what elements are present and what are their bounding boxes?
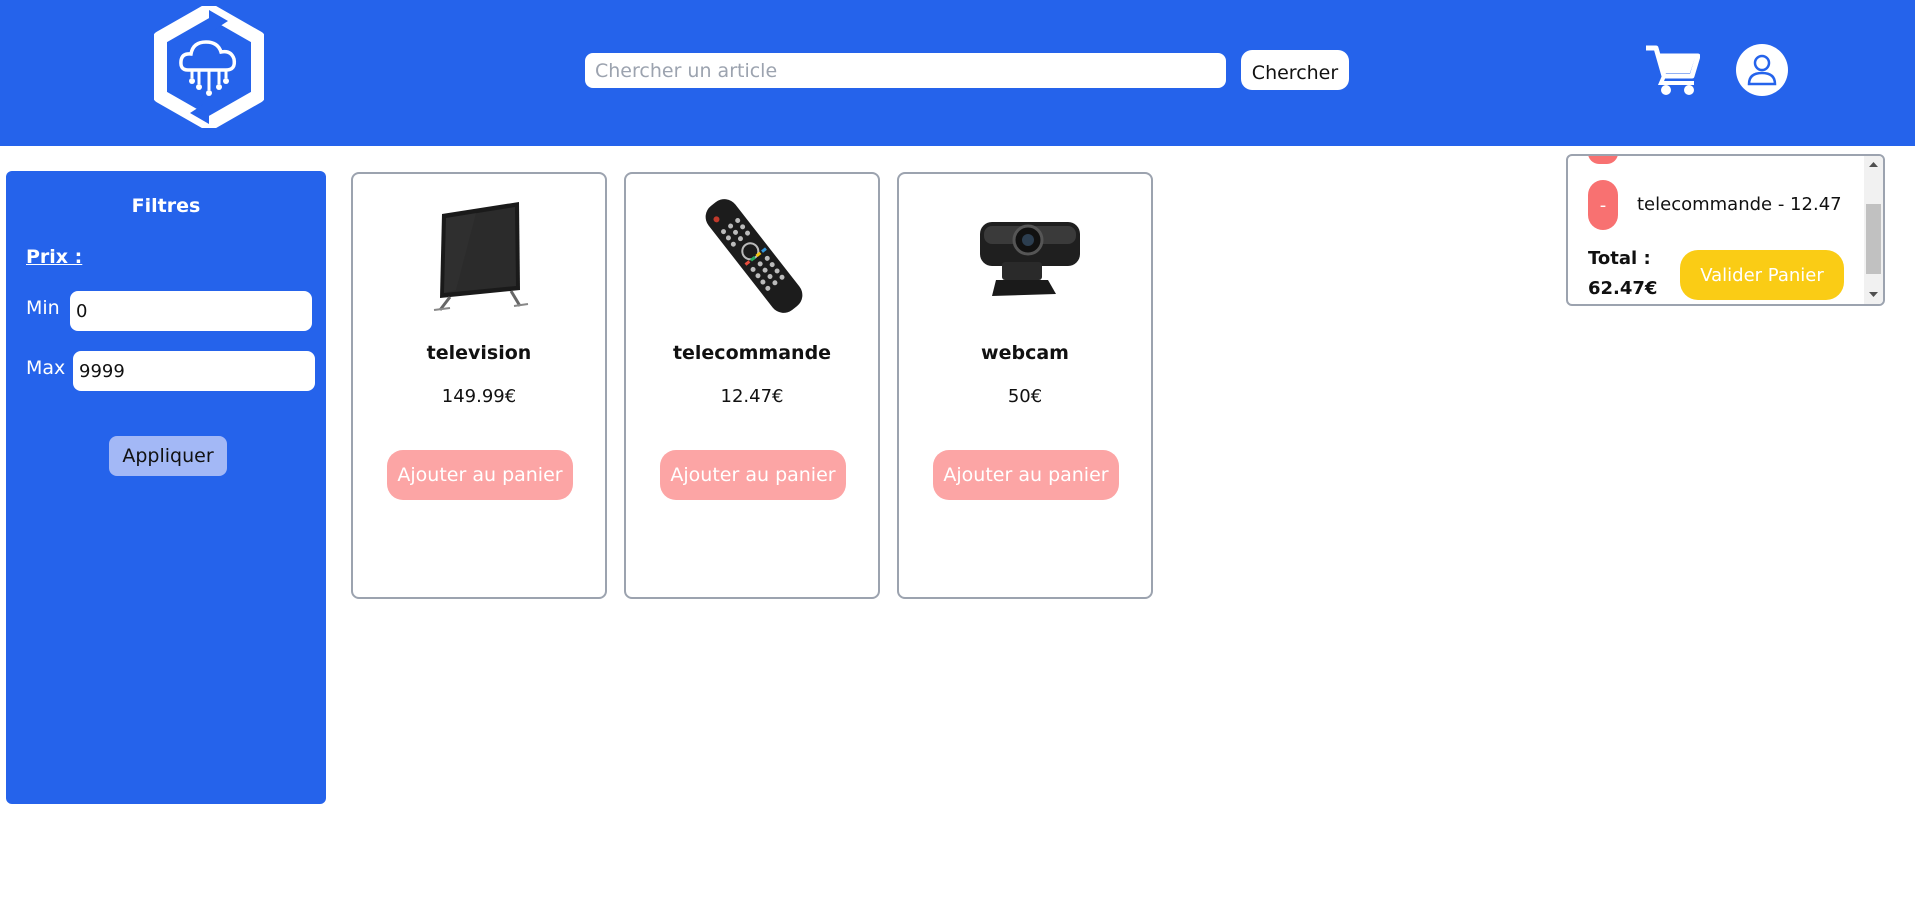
add-to-cart-button[interactable]: Ajouter au panier	[933, 450, 1119, 500]
validate-cart-button[interactable]: Valider Panier	[1680, 250, 1844, 300]
scroll-down-icon[interactable]	[1864, 286, 1883, 303]
user-icon[interactable]	[1736, 44, 1788, 96]
shopping-cart-icon[interactable]	[1644, 42, 1700, 96]
add-to-cart-button[interactable]: Ajouter au panier	[387, 450, 573, 500]
cart-scrollbar[interactable]	[1864, 156, 1883, 304]
product-card: telecommande 12.47€ Ajouter au panier	[624, 172, 880, 599]
scroll-up-icon[interactable]	[1864, 156, 1883, 173]
product-card: webcam 50€ Ajouter au panier	[897, 172, 1153, 599]
cloud-hexagon-logo[interactable]	[154, 6, 264, 128]
product-price: 149.99€	[441, 386, 517, 407]
price-label: Prix :	[26, 246, 83, 268]
filters-title: Filtres	[131, 195, 201, 217]
max-label: Max	[26, 357, 66, 379]
remote-control-image	[705, 199, 803, 313]
filters-panel: Filtres Prix : Min Max Appliquer	[6, 171, 326, 804]
television-image	[433, 202, 529, 311]
remove-item-button[interactable]: -	[1588, 180, 1618, 230]
min-label: Min	[26, 297, 60, 319]
product-name: webcam	[981, 342, 1069, 364]
total-label: Total :	[1588, 248, 1651, 269]
min-price-input[interactable]	[70, 291, 312, 331]
search-input[interactable]	[585, 53, 1226, 88]
apply-filters-button[interactable]: Appliquer	[109, 436, 227, 476]
scroll-thumb[interactable]	[1866, 204, 1881, 274]
total-value: 62.47€	[1588, 278, 1658, 299]
cart-item: telecommande - 12.47	[1637, 194, 1842, 215]
max-price-input[interactable]	[73, 351, 315, 391]
product-card: television 149.99€ Ajouter au panier	[351, 172, 607, 599]
remove-item-button[interactable]	[1588, 156, 1618, 164]
product-name: telecommande	[672, 342, 832, 364]
search-button[interactable]: Chercher	[1241, 50, 1349, 90]
add-to-cart-button[interactable]: Ajouter au panier	[660, 450, 846, 500]
product-name: television	[426, 342, 532, 364]
cart-panel[interactable]: - telecommande - 12.47 Total : 62.47€ Va…	[1566, 154, 1885, 306]
user-avatar-icon	[1747, 54, 1777, 86]
product-price: 12.47€	[720, 386, 784, 407]
product-price: 50€	[1007, 386, 1043, 407]
webcam-image	[980, 222, 1080, 296]
top-header: Chercher	[0, 0, 1915, 146]
